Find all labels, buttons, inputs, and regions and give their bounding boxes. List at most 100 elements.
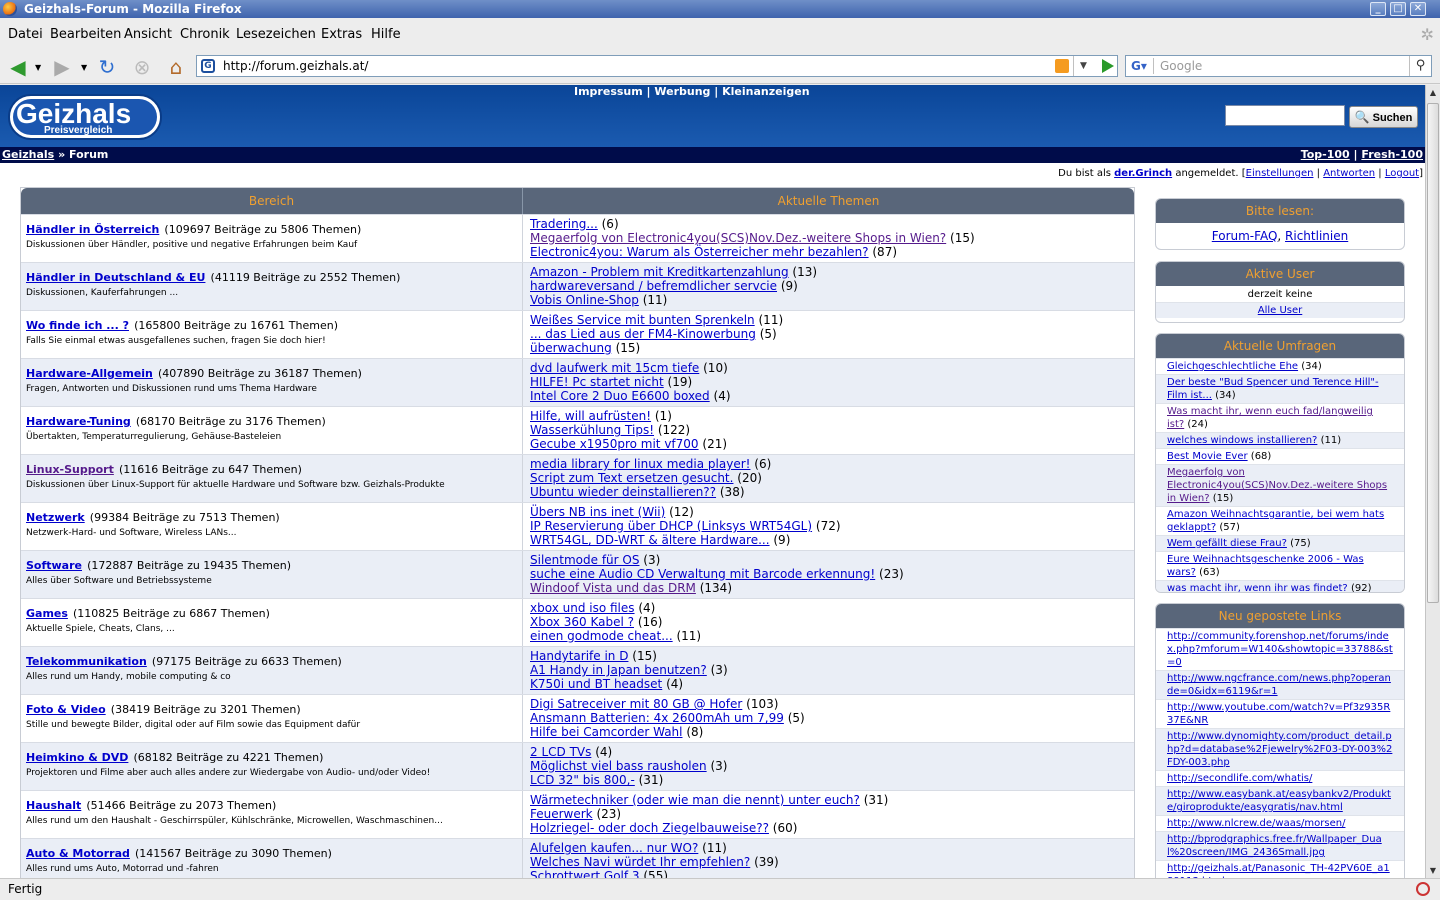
forum-name-link[interactable]: Games xyxy=(26,607,68,620)
topic-link[interactable]: Megaerfolg von Electronic4you(SCS)Nov.De… xyxy=(530,231,946,245)
back-icon[interactable]: ◀ xyxy=(6,56,30,78)
topic-link[interactable]: HILFE! Pc startet nicht xyxy=(530,375,664,389)
poll-link[interactable]: was macht ihr, wenn ihr was findet? xyxy=(1167,583,1348,592)
scroll-down-icon[interactable]: ▼ xyxy=(1428,866,1438,875)
topic-link[interactable]: Möglichst viel bass rausholen xyxy=(530,759,707,773)
forum-faq-link[interactable]: Forum-FAQ xyxy=(1212,229,1278,243)
browser-search-placeholder[interactable]: Google xyxy=(1160,59,1202,73)
posted-link[interactable]: http://community.forenshop.net/forums/in… xyxy=(1167,631,1393,668)
posted-link[interactable]: http://www.ngcfrance.com/news.php?operan… xyxy=(1167,673,1391,697)
topic-link[interactable]: suche eine Audio CD Verwaltung mit Barco… xyxy=(530,567,875,581)
forum-name-link[interactable]: Hardware-Tuning xyxy=(26,415,131,428)
forward-dropdown-icon[interactable]: ▼ xyxy=(81,63,87,72)
topic-link[interactable]: xbox und iso files xyxy=(530,601,635,615)
topic-link[interactable]: dvd laufwerk mit 15cm tiefe xyxy=(530,361,699,375)
poll-link[interactable]: Megaerfolg von Electronic4you(SCS)Nov.De… xyxy=(1167,467,1387,504)
fresh100-link[interactable]: Fresh-100 xyxy=(1361,148,1423,161)
topic-link[interactable]: Electronic4you: Warum als Österreicher m… xyxy=(530,245,869,259)
topic-link[interactable]: einen godmode cheat... xyxy=(530,629,673,643)
poll-link[interactable]: Eure Weihnachtsgeschenke 2006 - Was wars… xyxy=(1167,554,1364,578)
posted-link[interactable]: http://www.nlcrew.de/waas/morsen/ xyxy=(1167,818,1345,829)
poll-link[interactable]: Best Movie Ever xyxy=(1167,451,1248,462)
topic-link[interactable]: Holzriegel- oder doch Ziegelbauweise?? xyxy=(530,821,769,835)
url-history-dropdown-icon[interactable]: ▼ xyxy=(1073,56,1093,76)
menu-chronik[interactable]: Chronik xyxy=(180,27,230,42)
site-search-button[interactable]: 🔍 Suchen xyxy=(1349,106,1418,128)
topic-link[interactable]: Intel Core 2 Duo E6600 boxed xyxy=(530,389,710,403)
topic-link[interactable]: Ansmann Batterien: 4x 2600mAh um 7,99 xyxy=(530,711,784,725)
posted-link[interactable]: http://secondlife.com/whatis/ xyxy=(1167,773,1312,784)
vertical-scrollbar[interactable]: ▲ ▼ xyxy=(1425,85,1440,878)
topic-link[interactable]: Amazon - Problem mit Kreditkartenzahlung xyxy=(530,265,789,279)
stop-icon[interactable]: ⊗ xyxy=(130,56,154,78)
poll-link[interactable]: Amazon Weihnachtsgarantie, bei wem hats … xyxy=(1167,509,1384,533)
browser-search-bar[interactable]: G▾ Google ⚲ xyxy=(1125,55,1432,77)
close-window-button[interactable]: ✕ xyxy=(1410,2,1426,16)
back-dropdown-icon[interactable]: ▼ xyxy=(35,63,41,72)
reload-icon[interactable]: ↻ xyxy=(95,56,119,78)
topic-link[interactable]: Silentmode für OS xyxy=(530,553,639,567)
richtlinien-link[interactable]: Richtlinien xyxy=(1285,229,1348,243)
topic-link[interactable]: 2 LCD TVs xyxy=(530,745,591,759)
topic-link[interactable]: WRT54GL, DD-WRT & ältere Hardware... xyxy=(530,533,770,547)
poll-link[interactable]: Der beste "Bud Spencer und Terence Hill"… xyxy=(1167,377,1379,401)
forum-name-link[interactable]: Netzwerk xyxy=(26,511,85,524)
kleinanzeigen-link[interactable]: Kleinanzeigen xyxy=(722,85,809,98)
topic-link[interactable]: Ubuntu wieder deinstallieren?? xyxy=(530,485,716,499)
home-icon[interactable]: ⌂ xyxy=(164,56,188,78)
forum-name-link[interactable]: Händler in Österreich xyxy=(26,223,159,236)
forum-name-link[interactable]: Telekommunikation xyxy=(26,655,147,668)
minimize-button[interactable]: _ xyxy=(1370,2,1386,16)
posted-link[interactable]: http://bprodgraphics.free.fr/Wallpaper_D… xyxy=(1167,834,1382,858)
breadcrumb-home-link[interactable]: Geizhals xyxy=(2,148,54,161)
topic-link[interactable]: Wasserkühlung Tips! xyxy=(530,423,654,437)
menu-lesezeichen[interactable]: Lesezeichen xyxy=(236,27,316,42)
menu-ansicht[interactable]: Ansicht xyxy=(124,27,172,42)
forum-name-link[interactable]: Hardware-Allgemein xyxy=(26,367,153,380)
einstellungen-link[interactable]: Einstellungen xyxy=(1246,168,1314,179)
topic-link[interactable]: überwachung xyxy=(530,341,612,355)
topic-link[interactable]: Weißes Service mit bunten Sprenkeln xyxy=(530,313,755,327)
poll-link[interactable]: Gleichgeschlechtliche Ehe xyxy=(1167,361,1298,372)
maximize-button[interactable]: □ xyxy=(1390,2,1406,16)
posted-link[interactable]: http://geizhals.at/Panasonic_TH-42PV60E_… xyxy=(1167,863,1390,878)
topic-link[interactable]: K750i und BT headset xyxy=(530,677,662,691)
topic-link[interactable]: Windoof Vista und das DRM xyxy=(530,581,696,595)
url-bar[interactable]: G http://forum.geizhals.at/ ▼ xyxy=(196,55,1118,77)
topic-link[interactable]: Schrottwert Golf 3 xyxy=(530,869,640,878)
topic-link[interactable]: Vobis Online-Shop xyxy=(530,293,639,307)
site-search-input[interactable] xyxy=(1225,105,1345,126)
magnifier-icon[interactable]: ⚲ xyxy=(1409,56,1431,76)
username-link[interactable]: der.Grinch xyxy=(1114,168,1172,179)
posted-link[interactable]: http://www.youtube.com/watch?v=Pf3z935R3… xyxy=(1167,702,1390,726)
top100-link[interactable]: Top-100 xyxy=(1301,148,1350,161)
scroll-thumb[interactable] xyxy=(1427,103,1439,603)
topic-link[interactable]: Hilfe, will aufrüsten! xyxy=(530,409,651,423)
topic-link[interactable]: media library for linux media player! xyxy=(530,457,750,471)
topic-link[interactable]: A1 Handy in Japan benutzen? xyxy=(530,663,707,677)
poll-link[interactable]: welches windows installieren? xyxy=(1167,435,1317,446)
scroll-up-icon[interactable]: ▲ xyxy=(1428,88,1438,97)
forum-name-link[interactable]: Wo finde ich ... ? xyxy=(26,319,129,332)
posted-link[interactable]: http://www.easybank.at/easybankv2/Produk… xyxy=(1167,789,1391,813)
forum-name-link[interactable]: Linux-Support xyxy=(26,463,114,476)
menu-datei[interactable]: Datei xyxy=(8,27,43,42)
topic-link[interactable]: hardwareversand / befremdlicher servcie xyxy=(530,279,777,293)
forum-name-link[interactable]: Haushalt xyxy=(26,799,81,812)
topic-link[interactable]: Übers NB ins inet (Wii) xyxy=(530,505,665,519)
topic-link[interactable]: Handytarife in D xyxy=(530,649,628,663)
menu-bearbeiten[interactable]: Bearbeiten xyxy=(50,27,121,42)
google-engine-icon[interactable]: G▾ xyxy=(1128,58,1154,74)
url-text[interactable]: http://forum.geizhals.at/ xyxy=(223,59,368,73)
all-users-link[interactable]: Alle User xyxy=(1258,305,1303,316)
forum-name-link[interactable]: Foto & Video xyxy=(26,703,106,716)
forum-name-link[interactable]: Auto & Motorrad xyxy=(26,847,130,860)
topic-link[interactable]: Hilfe bei Camcorder Wahl xyxy=(530,725,682,739)
topic-link[interactable]: Gecube x1950pro mit vf700 xyxy=(530,437,699,451)
topic-link[interactable]: Welches Navi würdet Ihr empfehlen? xyxy=(530,855,750,869)
go-icon[interactable] xyxy=(1102,59,1114,73)
topic-link[interactable]: Digi Satreceiver mit 80 GB @ Hofer xyxy=(530,697,742,711)
geizhals-logo[interactable]: Geizhals Preisvergleich xyxy=(8,93,163,141)
forward-icon[interactable]: ▶ xyxy=(50,56,74,78)
menu-extras[interactable]: Extras xyxy=(321,27,362,42)
